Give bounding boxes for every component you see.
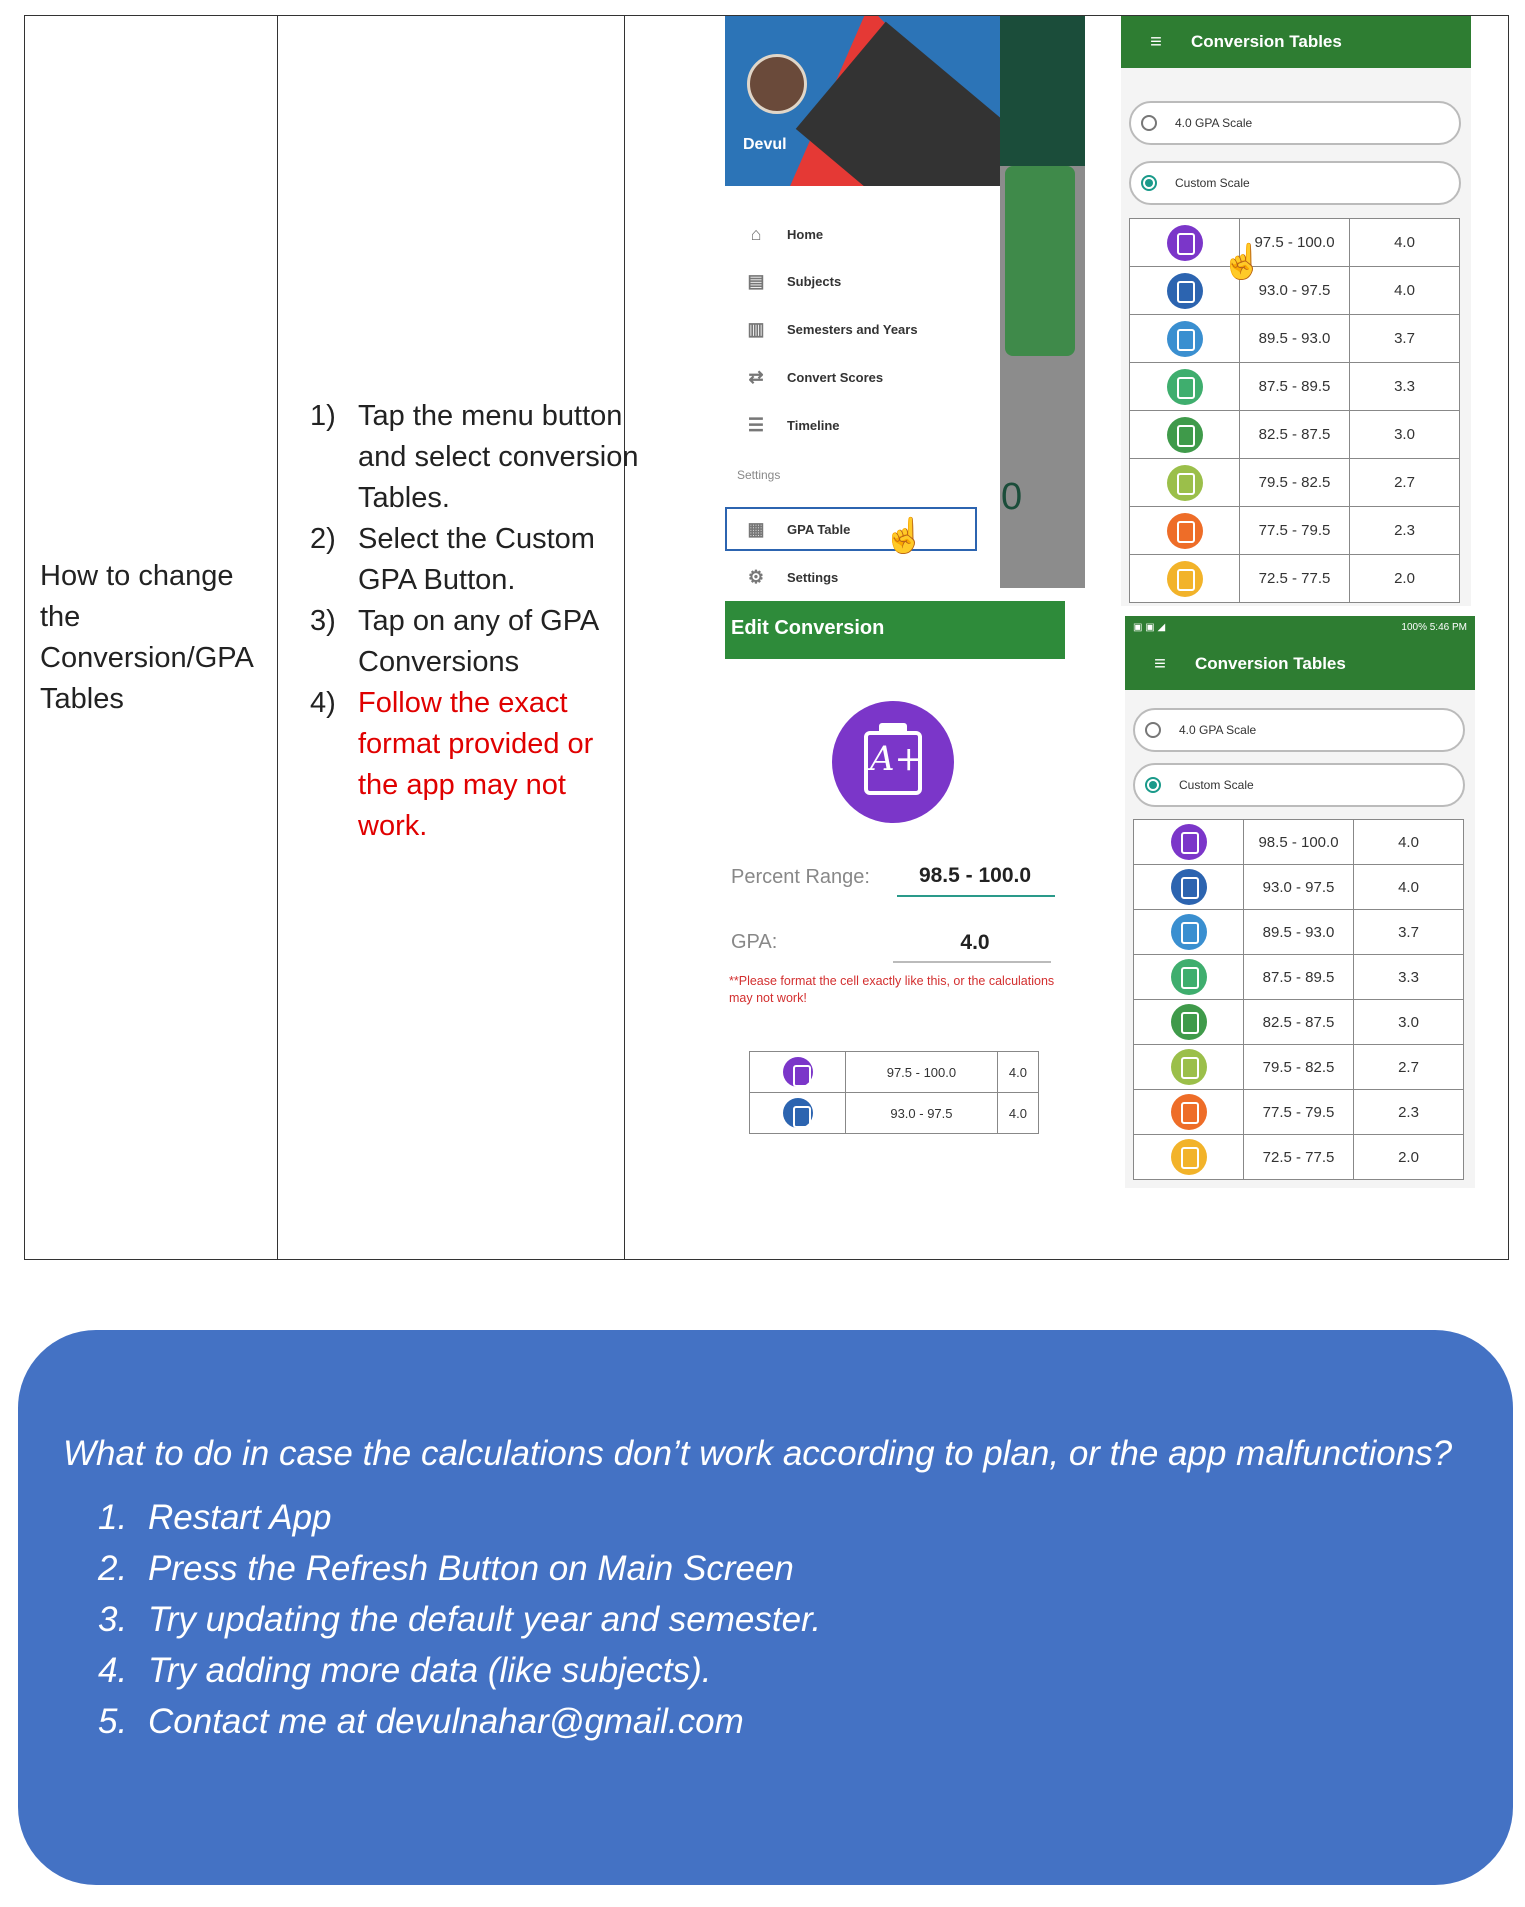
grade-icon — [1170, 1049, 1207, 1085]
table-row[interactable]: 93.0 - 97.5 4.0 — [749, 1092, 1040, 1134]
grade-icon — [1170, 1004, 1207, 1040]
radio-40-scale[interactable]: 4.0 GPA Scale — [1129, 101, 1461, 145]
table-row[interactable]: 79.5 - 82.5 2.7 — [1129, 458, 1460, 507]
conversion-app-bar: ≡ Conversion Tables — [1121, 16, 1471, 68]
grade-icon — [1170, 869, 1207, 905]
troubleshooting-callout: What to do in case the calculations don’… — [18, 1330, 1513, 1885]
pointer-hand-icon: ☝ — [1221, 243, 1264, 281]
table-row[interactable]: 87.5 - 89.5 3.3 — [1129, 362, 1460, 411]
topic-cell: How to change the Conversion/GPA Tables — [40, 560, 253, 715]
status-bar: ▣ ▣ ◢ 100% 5:46 PM — [1125, 616, 1475, 638]
list-item: 5. Contact me at devulnahar@gmail.com — [98, 1702, 744, 1741]
instruction-table: How to change the Conversion/GPA Tables … — [24, 15, 1509, 1260]
timeline-icon: ☰ — [747, 414, 765, 435]
grade-icon — [1170, 959, 1207, 995]
table-row[interactable]: 98.5 - 100.0 4.0 — [1133, 819, 1464, 865]
steps-list: 1) Tap the menu button and select convers… — [310, 396, 640, 847]
grade-a-plus-icon: A+ — [832, 701, 954, 823]
troubleshooting-list: 1. Restart App 2. Press the Refresh Button… — [98, 1498, 821, 1753]
menu-item-gpa-table[interactable]: ▦ GPA Table — [725, 509, 1000, 549]
grade-icon — [1166, 224, 1203, 261]
convert-icon: ⇄ — [748, 366, 764, 387]
grade-icon — [1170, 1094, 1207, 1130]
menu-item-settings[interactable]: ⚙ Settings — [725, 557, 1000, 588]
app-background: 0 — [995, 16, 1085, 588]
menu-item-home[interactable]: ⌂ Home — [725, 214, 1000, 254]
table-row[interactable]: 93.0 - 97.5 4.0 — [1129, 266, 1460, 315]
list-item: 1. Restart App — [98, 1498, 332, 1537]
gpa-table: 98.5 - 100.0 4.0 93.0 - 97.5 4.0 89.5 - 93.0… — [1133, 819, 1464, 1180]
settings-section-label: Settings — [737, 468, 781, 482]
grade-icon — [1170, 1139, 1207, 1175]
percent-range-label: Percent Range: — [731, 866, 870, 888]
table-row[interactable]: 72.5 - 77.5 2.0 — [1129, 554, 1460, 603]
grade-icon — [782, 1057, 813, 1087]
grade-icon — [1166, 320, 1203, 357]
menu-item-subjects[interactable]: ▤ Subjects — [725, 261, 1000, 301]
avatar[interactable] — [747, 54, 807, 114]
table-row[interactable]: 72.5 - 77.5 2.0 — [1133, 1134, 1464, 1180]
step-item: 1) Tap the menu button and select convers… — [310, 400, 639, 514]
table-row[interactable]: 89.5 - 93.0 3.7 — [1133, 909, 1464, 955]
grade-icon — [1166, 272, 1203, 309]
step-item: 3) Tap on any of GPA Conversions — [310, 605, 598, 678]
radio-custom-scale[interactable]: Custom Scale — [1129, 161, 1461, 205]
menu-icon[interactable]: ≡ — [1121, 31, 1191, 54]
table-row[interactable]: 79.5 - 82.5 2.7 — [1133, 1044, 1464, 1090]
pointer-hand-icon: ☝ — [883, 517, 926, 555]
conversion-app-bar: ≡ Conversion Tables — [1125, 638, 1475, 690]
menu-item-timeline[interactable]: ☰ Timeline — [725, 405, 1000, 445]
home-icon: ⌂ — [750, 223, 762, 244]
user-name: Devul — [743, 136, 787, 153]
percent-range-input[interactable]: 98.5 - 100.0 — [895, 864, 1055, 888]
table-row[interactable]: 93.0 - 97.5 4.0 — [1133, 864, 1464, 910]
table-row[interactable]: 82.5 - 87.5 3.0 — [1129, 410, 1460, 459]
edit-conversion-title: Edit Conversion — [725, 601, 1065, 659]
table-row[interactable]: 82.5 - 87.5 3.0 — [1133, 999, 1464, 1045]
grade-icon — [1166, 464, 1203, 501]
calendar-icon: ▥ — [747, 318, 765, 339]
menu-item-semesters[interactable]: ▥ Semesters and Years — [725, 309, 1000, 349]
nav-drawer: Devul ⌂ Home ▤ Subjects ▥ Semesters and Yea… — [725, 16, 1000, 588]
list-item: 3. Try updating the default year and seme… — [98, 1600, 822, 1639]
table-row[interactable]: 97.5 - 100.0 4.0 — [1129, 218, 1460, 267]
conversion-tables-bottom: ▣ ▣ ◢ 100% 5:46 PM ≡ Conversion Tables 4.0… — [1125, 616, 1475, 1188]
edit-conversion-screenshot: Edit Conversion A+ Percent Range: 98.5 -… — [725, 601, 1085, 1186]
table-row[interactable]: 97.5 - 100.0 4.0 — [749, 1051, 1040, 1093]
grade-icon — [782, 1098, 813, 1128]
drawer-header: Devul — [725, 16, 1000, 186]
step-item-warning: 4) Follow the exact format provided or th… — [310, 687, 594, 842]
callout-question: What to do in case the calculations don’… — [63, 1434, 1453, 1473]
list-item: 4. Try adding more data (like subjects). — [98, 1651, 712, 1690]
menu-item-convert[interactable]: ⇄ Convert Scores — [725, 357, 1000, 397]
step-item: 2) Select the Custom GPA Button. — [310, 523, 595, 596]
column-divider — [277, 16, 278, 1259]
radio-40-scale[interactable]: 4.0 GPA Scale — [1133, 708, 1465, 752]
table-row[interactable]: 89.5 - 93.0 3.7 — [1129, 314, 1460, 363]
grade-icon — [1166, 416, 1203, 453]
list-item: 2. Press the Refresh Button on Main Scree… — [98, 1549, 794, 1588]
grade-icon — [1166, 560, 1203, 597]
conversion-tables-top: ≡ Conversion Tables 4.0 GPA Scale Custom … — [1121, 16, 1471, 606]
gear-icon: ⚙ — [747, 566, 765, 587]
table-row[interactable]: 77.5 - 79.5 2.3 — [1133, 1089, 1464, 1135]
preview-table: 97.5 - 100.0 4.0 93.0 - 97.5 4.0 — [749, 1051, 1040, 1134]
screenshots-area: 0 Devul ⌂ Home ▤ Subjects ▥ Semesters and Y… — [725, 16, 1475, 1188]
gpa-table: 97.5 - 100.0 4.0 93.0 - 97.5 4.0 89.5 - 93.0… — [1129, 218, 1460, 603]
menu-icon[interactable]: ≡ — [1125, 653, 1195, 676]
gpa-label: GPA: — [731, 931, 778, 953]
grade-icon — [1166, 512, 1203, 549]
table-row[interactable]: 87.5 - 89.5 3.3 — [1133, 954, 1464, 1000]
table-row[interactable]: 77.5 - 79.5 2.3 — [1129, 506, 1460, 555]
format-warning: **Please format the cell exactly like th… — [729, 974, 1055, 1005]
grade-icon — [1170, 914, 1207, 950]
table-icon: ▦ — [747, 518, 765, 539]
gpa-input[interactable]: 4.0 — [895, 931, 1055, 955]
radio-custom-scale[interactable]: Custom Scale — [1133, 763, 1465, 807]
grade-icon — [1166, 368, 1203, 405]
book-icon: ▤ — [747, 270, 765, 291]
drawer-screenshot: 0 Devul ⌂ Home ▤ Subjects ▥ Semesters and Y… — [725, 16, 1085, 588]
grade-icon — [1170, 824, 1207, 860]
